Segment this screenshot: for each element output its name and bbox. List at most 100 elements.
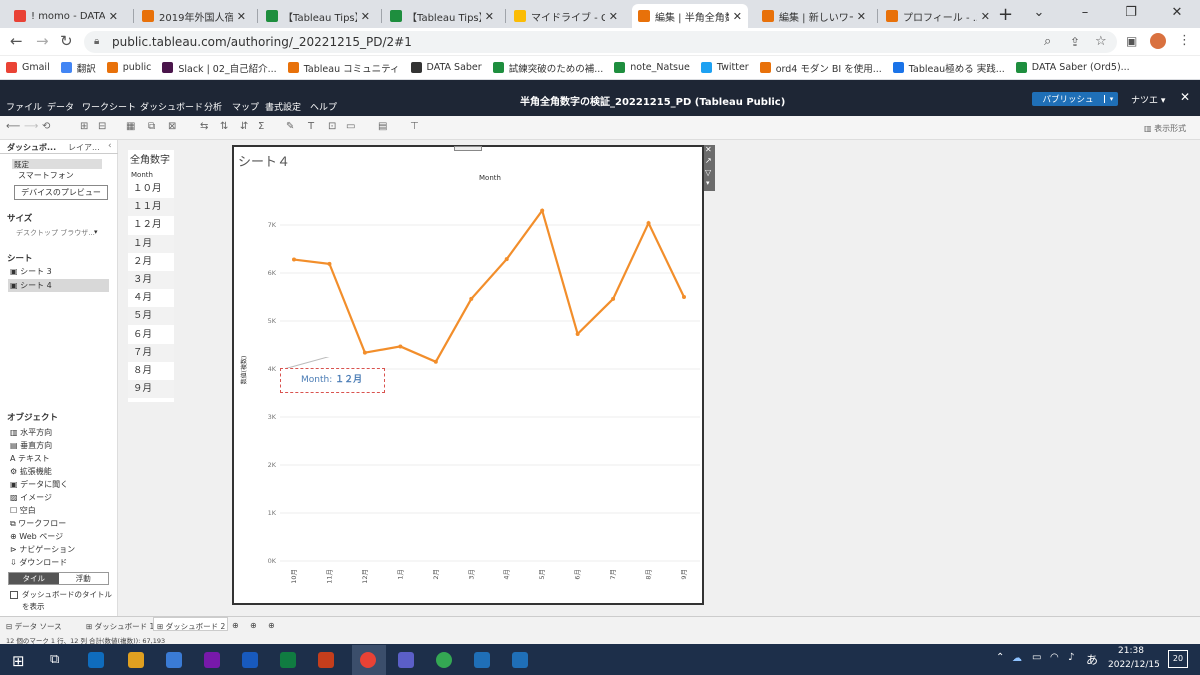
url-input[interactable]: 🔒︎ public.tableau.com/authoring/_20221215… bbox=[84, 31, 1117, 53]
new-sheet-icon[interactable]: ▦ bbox=[126, 121, 135, 132]
new-worksheet-icon[interactable]: ⊕ bbox=[232, 621, 239, 630]
restore-button[interactable]: ❐ bbox=[1108, 0, 1154, 28]
outlook-app-icon[interactable] bbox=[88, 652, 104, 668]
object-item[interactable]: ⊳ ナビゲーション bbox=[10, 544, 75, 555]
go-to-sheet-icon[interactable]: ↗ bbox=[705, 156, 712, 165]
ime-indicator[interactable]: あ bbox=[1086, 651, 1098, 668]
data-point[interactable] bbox=[398, 344, 403, 349]
save-icon[interactable]: ⊟ bbox=[98, 121, 106, 132]
browser-tab[interactable]: プロフィール - .3107 ✕ bbox=[880, 4, 996, 28]
tab-dashboard-2[interactable]: ⊞ ダッシュボード 2 bbox=[157, 621, 225, 632]
bookmark-item[interactable]: public bbox=[106, 62, 151, 73]
object-item[interactable]: ▤ 垂直方向 bbox=[10, 440, 52, 451]
data-point[interactable] bbox=[611, 296, 616, 301]
forward-button[interactable]: → bbox=[36, 32, 49, 50]
tab-close-icon[interactable]: ✕ bbox=[981, 10, 990, 23]
chrome-app-icon-2[interactable] bbox=[436, 652, 452, 668]
tab-close-icon[interactable]: ✕ bbox=[485, 10, 494, 23]
data-point[interactable] bbox=[646, 221, 651, 226]
menu-format[interactable]: 書式設定 bbox=[265, 100, 301, 113]
object-item[interactable]: A テキスト bbox=[10, 453, 50, 464]
table-row[interactable]: １１月 bbox=[128, 198, 174, 217]
profile-avatar[interactable] bbox=[1150, 33, 1166, 49]
menu-data[interactable]: データ bbox=[47, 100, 74, 113]
size-dropdown[interactable]: デスクトップ ブラウザ... bbox=[16, 228, 95, 238]
sheet-item-4[interactable]: ▣ シート 4 bbox=[10, 280, 52, 291]
onenote-app-icon[interactable] bbox=[204, 652, 220, 668]
bookmark-item[interactable]: Tableau極める 実践... bbox=[892, 61, 1005, 75]
redo-icon[interactable]: ⟶ bbox=[24, 121, 38, 132]
data-point[interactable] bbox=[292, 257, 296, 262]
browser-tab[interactable]: ! momo - DATA S ✕ bbox=[8, 4, 124, 28]
device-preview-button[interactable]: デバイスのプレビュー bbox=[14, 185, 108, 200]
bookmark-item[interactable]: Twitter bbox=[700, 62, 749, 73]
show-title-checkbox[interactable] bbox=[10, 591, 18, 599]
tab-dashboard[interactable]: ダッシュボ... bbox=[7, 142, 56, 153]
table-row[interactable]: ４月 bbox=[128, 289, 174, 308]
teams-app-icon[interactable] bbox=[398, 652, 414, 668]
more-options-icon[interactable]: ▾ bbox=[706, 179, 710, 187]
table-row[interactable]: ８月 bbox=[128, 362, 174, 380]
history-icon[interactable]: ⟲ bbox=[42, 121, 50, 132]
table-row[interactable]: ７月 bbox=[128, 343, 174, 362]
tab-layout[interactable]: レイア... bbox=[68, 142, 100, 153]
bookmark-item[interactable]: Gmail bbox=[6, 62, 50, 73]
bookmark-item[interactable]: DATA Saber bbox=[410, 62, 482, 73]
clear-sheet-icon[interactable]: ⊠ bbox=[168, 121, 176, 132]
notification-center[interactable]: 20 bbox=[1168, 650, 1188, 668]
tab-close-icon[interactable]: ✕ bbox=[109, 10, 118, 23]
table-row[interactable]: ５月 bbox=[128, 307, 174, 326]
undo-icon[interactable]: ⟵ bbox=[6, 121, 20, 132]
labels-icon[interactable]: T bbox=[308, 121, 314, 132]
wifi-icon[interactable]: ◠ bbox=[1050, 652, 1059, 663]
sheet-item-3[interactable]: ▣ シート 3 bbox=[10, 266, 52, 277]
menu-analysis[interactable]: 分析 bbox=[204, 100, 222, 113]
tableau-app-icon[interactable] bbox=[474, 652, 490, 668]
size-dropdown-arrow-icon[interactable]: ▾ bbox=[94, 228, 98, 236]
collapse-panel-icon[interactable]: ‹ bbox=[108, 141, 112, 151]
user-menu[interactable]: ナツエ ▾ bbox=[1131, 93, 1165, 106]
new-tab-button[interactable]: + bbox=[998, 4, 1013, 25]
menu-file[interactable]: ファイル bbox=[6, 100, 42, 113]
highlight-icon[interactable]: ✎ bbox=[286, 121, 294, 132]
clock-date[interactable]: 2022/12/15 bbox=[1108, 660, 1160, 670]
tab-datasource[interactable]: ⊟ データ ソース bbox=[6, 621, 62, 632]
table-row[interactable]: １２月 bbox=[128, 216, 174, 235]
data-point[interactable] bbox=[682, 295, 686, 299]
bookmark-star-icon[interactable]: ☆ bbox=[1095, 34, 1107, 49]
volume-icon[interactable]: ♪ bbox=[1068, 652, 1074, 663]
tray-chevron-icon[interactable]: ⌃ bbox=[996, 652, 1004, 663]
data-point[interactable] bbox=[504, 257, 509, 262]
menu-map[interactable]: マップ bbox=[232, 100, 259, 113]
browser-tab[interactable]: マイドライブ - Goog ✕ bbox=[508, 4, 624, 28]
table-row[interactable]: ２月 bbox=[128, 252, 174, 271]
close-authoring-icon[interactable]: ✕ bbox=[1180, 90, 1190, 104]
app-icon[interactable] bbox=[166, 652, 182, 668]
menu-worksheet[interactable]: ワークシート bbox=[82, 100, 136, 113]
sort-asc-icon[interactable]: ⇅ bbox=[220, 121, 228, 132]
clock-time[interactable]: 21:38 bbox=[1118, 646, 1144, 656]
data-point[interactable] bbox=[362, 350, 367, 355]
data-point[interactable] bbox=[327, 261, 332, 266]
browser-tab[interactable]: 【Tableau Tips】Go ✕ bbox=[260, 4, 376, 28]
onedrive-icon[interactable]: ☁ bbox=[1012, 653, 1022, 664]
excel-app-icon[interactable] bbox=[280, 652, 296, 668]
close-window-button[interactable]: ✕ bbox=[1154, 0, 1200, 28]
table-row[interactable]: ６月 bbox=[128, 325, 174, 344]
sort-desc-icon[interactable]: ⇵ bbox=[240, 121, 248, 132]
remove-sheet-icon[interactable]: ✕ bbox=[705, 145, 712, 154]
tableau-app-icon-2[interactable] bbox=[512, 652, 528, 668]
minimize-button[interactable]: – bbox=[1062, 0, 1108, 28]
table-row[interactable]: １月 bbox=[128, 234, 174, 253]
browser-tab[interactable]: 2019年外国人宿泊 ✕ bbox=[136, 4, 252, 28]
powerpoint-app-icon[interactable] bbox=[318, 652, 334, 668]
fit-icon[interactable]: ▭ bbox=[346, 121, 355, 132]
bookmark-item[interactable]: Tableau コミュニティ bbox=[287, 61, 400, 75]
menu-dashboard[interactable]: ダッシュボード bbox=[140, 100, 203, 113]
more-menu-icon[interactable]: ⋮ bbox=[1178, 33, 1191, 48]
new-dashboard-icon[interactable]: ⊕ bbox=[250, 621, 257, 630]
file-explorer-icon[interactable] bbox=[128, 652, 144, 668]
new-story-icon[interactable]: ⊕ bbox=[268, 621, 275, 630]
object-item[interactable]: ⧉ ワークフロー bbox=[10, 518, 66, 529]
task-view-icon[interactable]: ⧉ bbox=[50, 652, 59, 667]
